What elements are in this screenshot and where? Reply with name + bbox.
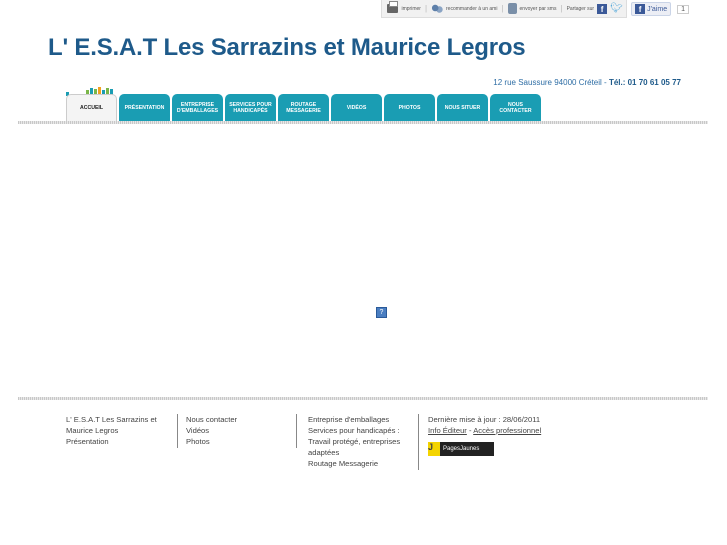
print-link[interactable]: imprimer (387, 1, 421, 13)
separator: | (560, 4, 563, 13)
footer-col-pages: Nous contacter Vidéos Photos (186, 414, 286, 447)
share-label: Partager sur (566, 5, 595, 12)
footer-divider (18, 397, 708, 400)
facebook-like-button[interactable]: f J'aime (631, 2, 672, 16)
footer-site-line-2: Maurice Legros (66, 426, 119, 435)
missing-plugin-icon[interactable]: ? (376, 307, 387, 318)
sms-label: envoyer par sms (519, 5, 557, 12)
friends-icon (431, 3, 444, 14)
info-editeur-link[interactable]: Info Éditeur (428, 426, 467, 435)
toolbar-actions: imprimer | recommander à un ami | envoye… (381, 0, 628, 18)
footer-link-presentation[interactable]: Présentation (66, 436, 166, 447)
tab-nous-contacter[interactable]: NOUS CONTACTER (490, 94, 541, 121)
tab-entreprise-emballages[interactable]: ENTREPRISE D'EMBALLAGES (172, 94, 223, 121)
recommend-link[interactable]: recommander à un ami (431, 3, 498, 14)
tab-routage-messagerie[interactable]: ROUTAGE MESSAGERIE (278, 94, 329, 121)
site-title: L' E.S.A.T Les Sarrazins et Maurice Legr… (48, 34, 526, 61)
footer-link-emballages[interactable]: Entreprise d'emballages (308, 414, 412, 425)
sms-link[interactable]: envoyer par sms (507, 3, 557, 14)
tab-presentation[interactable]: PRÉSENTATION (119, 94, 170, 121)
facebook-icon[interactable]: f (597, 3, 608, 14)
mobile-phone-icon (507, 3, 517, 14)
main-navigation: ACCUEIL PRÉSENTATION ENTREPRISE D'EMBALL… (66, 94, 541, 121)
facebook-icon: f (635, 4, 646, 14)
twitter-icon[interactable]: 🐦︎ (610, 4, 623, 14)
pages-jaunes-label: PagesJaunes (443, 445, 480, 452)
footer-services-line-1: Services pour handicapés : (308, 426, 400, 435)
printer-icon (387, 1, 399, 13)
footer-link-contact[interactable]: Nous contacter (186, 414, 286, 425)
footer-col-services: Entreprise d'emballages Services pour ha… (308, 414, 412, 469)
footer-link-videos[interactable]: Vidéos (186, 425, 286, 436)
print-label: imprimer (401, 5, 421, 12)
tab-nous-situer[interactable]: NOUS SITUER (437, 94, 488, 121)
footer-link-services-handicapes[interactable]: Services pour handicapés : Travail proté… (308, 425, 412, 458)
telephone: Tél.: 01 70 61 05 77 (608, 78, 681, 87)
like-count: 1 (677, 4, 689, 14)
like-label: J'aime (647, 5, 668, 13)
address: 12 rue Saussure 94000 Créteil (493, 78, 602, 87)
top-toolbar: imprimer | recommander à un ami | envoye… (381, 0, 689, 18)
separator: | (424, 4, 428, 13)
footer-separator (296, 414, 297, 448)
header-divider (18, 121, 708, 124)
footer-services-line-2: Travail protégé, entreprises (308, 437, 401, 446)
footer-col-info: Dernière mise à jour : 28/06/2011 Info É… (428, 414, 568, 456)
tab-videos[interactable]: VIDÉOS (331, 94, 382, 121)
footer-link-home[interactable]: L' E.S.A.T Les Sarrazins et Maurice Legr… (66, 414, 166, 436)
footer-link-routage[interactable]: Routage Messagerie (308, 458, 412, 469)
acces-professionnel-link[interactable]: Accès professionnel (473, 426, 541, 435)
last-update: Dernière mise à jour : 28/06/2011 (428, 415, 541, 424)
share-group: Partager sur f 🐦︎ (566, 3, 623, 14)
tab-accueil[interactable]: ACCUEIL (66, 94, 117, 121)
footer-info-links: Info Éditeur - Accès professionnel (428, 425, 568, 436)
contact-line: 12 rue Saussure 94000 Créteil - Tél.: 01… (493, 78, 681, 87)
pages-jaunes-badge[interactable]: J PagesJaunes (428, 442, 494, 456)
footer-link-photos[interactable]: Photos (186, 436, 286, 447)
recommend-label: recommander à un ami (446, 5, 498, 12)
footer-separator (418, 414, 419, 470)
tab-photos[interactable]: PHOTOS (384, 94, 435, 121)
footer-col-site: L' E.S.A.T Les Sarrazins et Maurice Legr… (66, 414, 166, 447)
pages-jaunes-logo-icon: J (428, 442, 440, 456)
footer-services-line-3: adaptées (308, 448, 340, 457)
footer-site-line-1: L' E.S.A.T Les Sarrazins et (66, 415, 157, 424)
separator: | (501, 4, 504, 13)
footer-separator (177, 414, 178, 448)
tab-services-handicapes[interactable]: SERVICES POUR HANDICAPÉS (225, 94, 276, 121)
